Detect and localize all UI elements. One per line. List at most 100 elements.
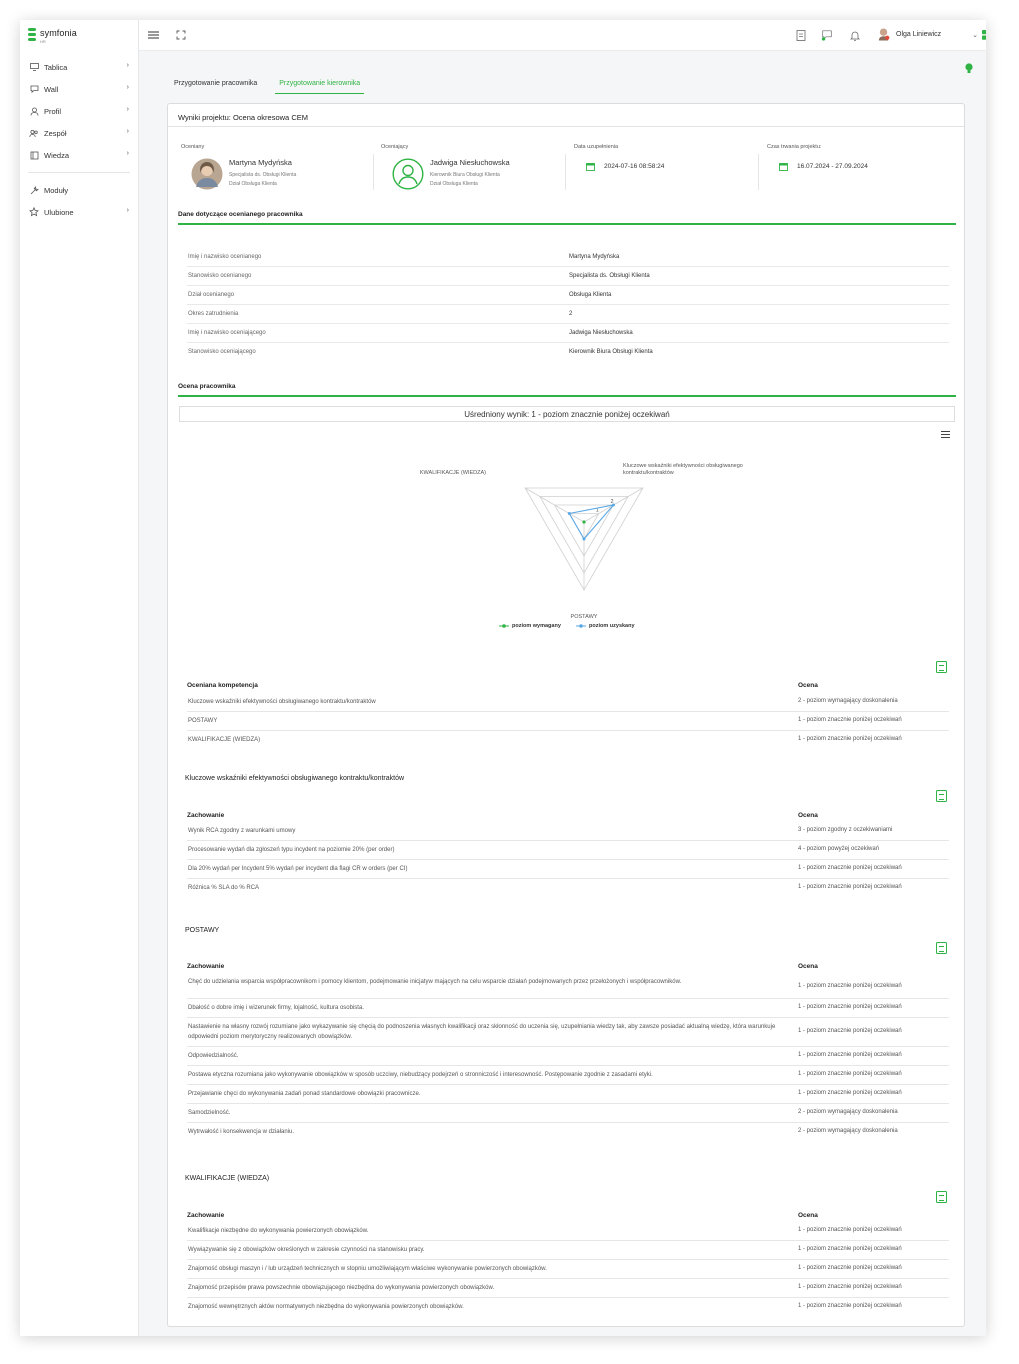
assessor-position: Kierownik Biura Obsługi Klienta: [430, 172, 500, 178]
legend-item-required[interactable]: poziom wymagany: [499, 623, 561, 629]
radar-series-point: [582, 520, 586, 524]
cell-rating: 1 - poziom znacznie poniżej oczekiwań: [798, 865, 902, 871]
fullscreen-icon[interactable]: [175, 29, 187, 41]
sidebar-item-label: Ulubione: [44, 207, 74, 217]
clipboard-icon[interactable]: [795, 29, 807, 41]
radar-axis-label: Kluczowe wskaźniki efektywności obsługiw…: [623, 463, 743, 476]
sidebar-item-wall[interactable]: Wall ›: [20, 78, 138, 100]
cell-rating: 1 - poziom znacznie poniżej oczekiwań: [798, 717, 902, 723]
column-header: Ocena: [798, 682, 818, 689]
employee-data-row: Okres zatrudnienia 2: [187, 305, 949, 324]
hamburger-menu-icon[interactable]: [147, 29, 159, 41]
cell-rating: 1 - poziom znacznie poniżej oczekiwań: [798, 1004, 902, 1010]
messages-icon[interactable]: [821, 29, 833, 41]
sidebar-item-label: Zespół: [44, 128, 67, 138]
apps-grid-icon[interactable]: [981, 29, 986, 41]
completion-block: Data uzupełnienia: [574, 144, 618, 150]
field-value: Specjalista ds. Obsługi Klienta: [569, 273, 650, 279]
table-row: Wynik RCA zgodny z warunkami umowy 3 - po…: [187, 822, 949, 841]
team-icon: [29, 128, 39, 138]
cell-rating: 1 - poziom znacznie poniżej oczekiwań: [798, 1090, 902, 1096]
cell-behavior: Dbałość o dobre imię i wizerunek firmy, …: [188, 1005, 364, 1011]
column-header: Ocena: [798, 812, 818, 819]
sidebar-item-zespol[interactable]: Zespół ›: [20, 122, 138, 144]
sidebar-item-label: Moduły: [44, 185, 69, 195]
table-row: Wytrwałość i konsekwencja w działaniu. 2 …: [187, 1123, 949, 1142]
cell-behavior: Dla 20% wydań per Incydent 5% wydań per …: [188, 866, 408, 872]
export-excel-icon[interactable]: [936, 942, 947, 954]
average-result: Uśredniony wynik: 1 - poziom znacznie po…: [179, 406, 955, 422]
legend-item-achieved[interactable]: poziom uzyskany: [576, 623, 635, 629]
table-row: Wywiązywanie się z obowiązków określonyc…: [187, 1241, 949, 1260]
employee-data-row: Dział ocenianego Obsługa Klienta: [187, 286, 949, 305]
sidebar-item-label: Wiedza: [44, 150, 70, 160]
lightbulb-icon[interactable]: [965, 63, 973, 76]
export-excel-icon[interactable]: [936, 790, 947, 802]
completion-date: 2024-07-16 08:58:24: [604, 163, 665, 170]
qualifications-section-title: KWALIFIKACJE (WIEDZA): [185, 1175, 270, 1182]
field-label: Dział ocenianego: [188, 292, 235, 298]
table-row: Nastawienie na własny rozwój rozumiane j…: [187, 1018, 949, 1047]
field-value: 2: [569, 311, 573, 317]
field-label: Stanowisko oceniającego: [188, 349, 256, 355]
user-avatar[interactable]: [878, 28, 890, 41]
export-excel-icon[interactable]: [936, 1191, 947, 1203]
assessor-name: Jadwiga Niesłuchowska: [430, 158, 510, 167]
radar-series-point: [582, 537, 586, 541]
table-row: Kluczowe wskaźniki efektywności obsługiw…: [187, 693, 949, 712]
cell-behavior: Procesowanie wydań dla zgłoszeń typu inc…: [188, 847, 395, 853]
table-row: Przejawianie chęci do wykonywania zadań …: [187, 1085, 949, 1104]
cell-behavior: Nastawienie na własny rozwój rozumiane j…: [188, 1024, 776, 1040]
chart-menu-icon[interactable]: [941, 431, 950, 439]
logo-sub: HR: [40, 39, 46, 44]
completion-label: Data uzupełnienia: [574, 144, 619, 150]
title-divider: [168, 126, 964, 127]
tab-przygotowanie-pracownika[interactable]: Przygotowanie pracownika: [170, 80, 261, 94]
table-row: Postawa etyczna rozumiana jako wykonywan…: [187, 1066, 949, 1085]
calendar-icon: [586, 162, 595, 173]
duration-label: Czas trwania projektu:: [767, 144, 822, 150]
chevron-down-icon[interactable]: ⌄: [969, 29, 981, 41]
cell-behavior: Samodzielność.: [188, 1110, 231, 1116]
monitor-icon: [29, 62, 39, 72]
bell-icon[interactable]: [849, 29, 861, 41]
info-divider: [373, 154, 374, 190]
sidebar-item-wiedza[interactable]: Wiedza ›: [20, 144, 138, 166]
cell-competence: KWALIFIKACJE (WIEDZA): [188, 737, 261, 743]
export-excel-icon[interactable]: [936, 661, 947, 673]
employee-data-row: Stanowisko ocenianego Specjalista ds. Obs…: [187, 267, 949, 286]
sidebar-item-tablica[interactable]: Tablica ›: [20, 56, 138, 78]
cell-rating: 2 - poziom wymagający doskonalenia: [798, 698, 898, 704]
cell-rating: 1 - poziom znacznie poniżej oczekiwań: [798, 1071, 902, 1077]
table-row: Dbałość o dobre imię i wizerunek firmy, …: [187, 999, 949, 1018]
user-name[interactable]: Olga Liniewicz: [896, 31, 941, 38]
tab-przygotowanie-kierownika[interactable]: Przygotowanie kierownika: [275, 80, 365, 94]
cell-behavior: Znajomość obsługi maszyn i / lub urządze…: [188, 1266, 547, 1272]
cell-competence: Kluczowe wskaźniki efektywności obsługiw…: [188, 699, 376, 705]
kpi-section-title: Kluczowe wskaźniki efektywności obsługiw…: [185, 775, 405, 782]
field-value: Jadwiga Niesłuchowska: [569, 330, 633, 336]
cell-behavior: Różnica % SLA do % RCA: [188, 885, 260, 891]
table-row: POSTAWY 1 - poziom znacznie poniżej oczek…: [187, 712, 949, 731]
sidebar-divider: [28, 172, 130, 173]
sidebar-item-label: Wall: [44, 84, 59, 94]
table-row: Odpowiedzialność. 1 - poziom znacznie pon…: [187, 1047, 949, 1066]
column-header: Oceniana kompetencja: [187, 682, 258, 689]
cell-rating: 4 - poziom powyżej oczekiwań: [798, 846, 880, 852]
legend-marker-green-icon: [499, 624, 509, 628]
book-icon: [29, 150, 39, 160]
cell-rating: 2 - poziom wymagający doskonalenia: [798, 1109, 898, 1115]
radar-series-point: [611, 503, 615, 507]
table-row: KWALIFIKACJE (WIEDZA) 1 - poziom znacznie…: [187, 731, 949, 750]
results-card: Wyniki projektu: Ocena okresowa CEM Ocen…: [167, 103, 965, 1327]
app-logo[interactable]: symfonia HR: [28, 28, 77, 44]
user-icon: [29, 106, 39, 116]
sidebar-item-profil[interactable]: Profil ›: [20, 100, 138, 122]
assessed-dept: Dział Obsługa Klienta: [229, 181, 277, 187]
chat-icon: [29, 84, 39, 94]
sidebar-item-moduly[interactable]: Moduły: [20, 179, 138, 201]
assessor-avatar-icon: [392, 158, 424, 192]
section-underline: [178, 395, 956, 397]
table-row: Znajomość obsługi maszyn i / lub urządze…: [187, 1260, 949, 1279]
sidebar-item-ulubione[interactable]: Ulubione ›: [20, 201, 138, 223]
